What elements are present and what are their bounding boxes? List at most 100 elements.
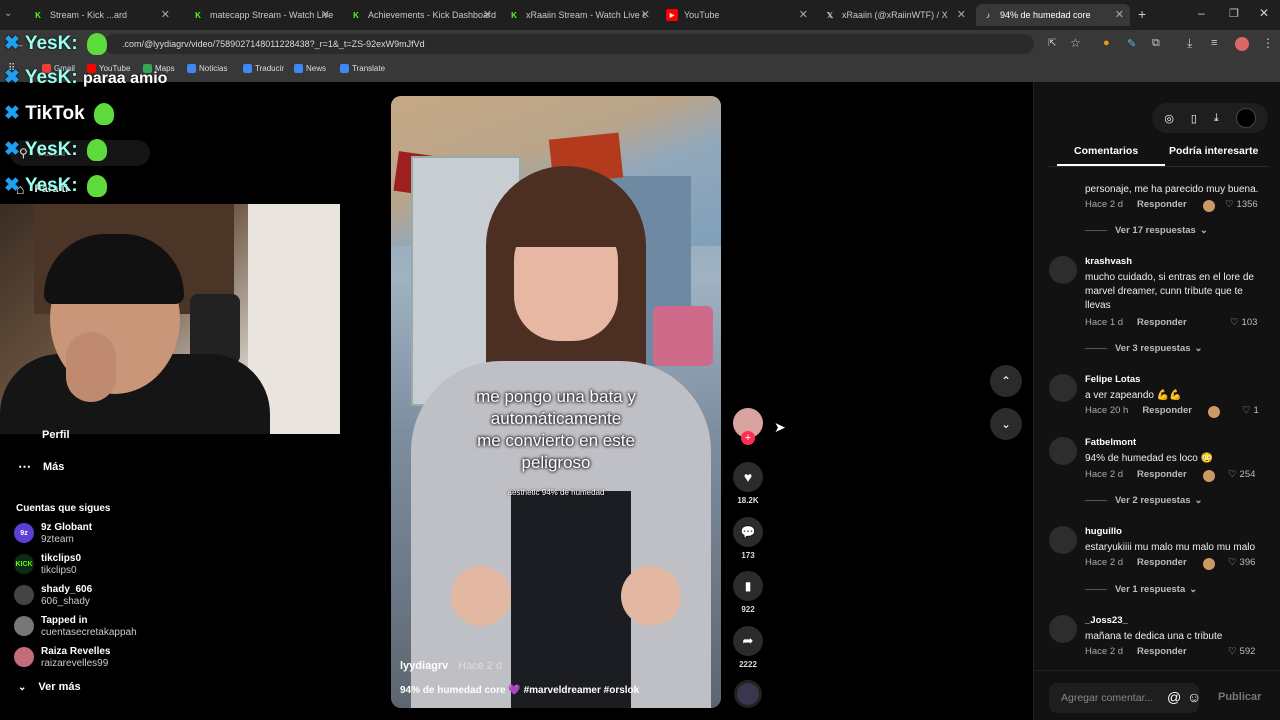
like-count[interactable]: ♡ 254: [1228, 469, 1255, 480]
reply-button[interactable]: Responder: [1137, 469, 1187, 480]
follow-plus-icon[interactable]: +: [741, 431, 755, 445]
following-item[interactable]: Tapped in cuentasecretakappah: [14, 615, 137, 639]
bookmark-translate-en[interactable]: Translate: [340, 64, 385, 73]
music-disc-button[interactable]: [732, 680, 764, 708]
new-tab-button[interactable]: +: [1138, 6, 1146, 22]
browser-tab-6[interactable]: 𝕏 xRaaiin (@xRaiinWTF) / X ✕: [818, 4, 972, 26]
see-more-button[interactable]: ⌄ Ver más: [18, 681, 81, 693]
reply-button[interactable]: Responder: [1137, 646, 1187, 657]
install-icon[interactable]: ⇱: [1048, 38, 1056, 49]
author-avatar-button[interactable]: +: [732, 408, 764, 445]
close-tab-icon[interactable]: ✕: [641, 8, 650, 21]
nav-profile[interactable]: Perfil: [42, 429, 70, 441]
avatar: [14, 647, 34, 667]
view-replies-button[interactable]: Ver 17 respuestas ⌄: [1085, 225, 1208, 236]
video-author-line[interactable]: lyydiagrv · Hace 2 d: [400, 660, 502, 672]
tab-interesting[interactable]: Podría interesarte: [1169, 145, 1258, 157]
following-item[interactable]: 9z 9z Globant 9zteam: [14, 522, 92, 546]
heart-icon: ♥: [743, 469, 753, 485]
comment-username[interactable]: huguillo: [1085, 526, 1122, 537]
mention-icon[interactable]: @: [1167, 689, 1181, 705]
avatar[interactable]: [1049, 526, 1077, 554]
media-icon[interactable]: ≡: [1211, 37, 1217, 49]
tab-search-icon[interactable]: ⌄: [4, 8, 12, 19]
view-replies-button[interactable]: Ver 1 respuesta ⌄: [1085, 584, 1197, 595]
panel-toolbar: ◎ ▯ ⤓: [1152, 103, 1268, 133]
close-tab-icon[interactable]: ✕: [799, 8, 808, 21]
next-video-button[interactable]: ⌄: [990, 408, 1022, 440]
chat-username: YesK:: [24, 139, 78, 160]
tab-label: YouTube: [684, 10, 720, 20]
download-icon[interactable]: ⤓: [1214, 112, 1219, 125]
likes-number: 396: [1239, 557, 1256, 568]
close-tab-icon[interactable]: ✕: [321, 8, 330, 21]
video-player[interactable]: me pongo una bata y automáticamente me c…: [391, 96, 721, 708]
comment-username[interactable]: krashvash: [1085, 256, 1132, 267]
browser-tab-active[interactable]: ♪ 94% de humedad core ✕: [976, 4, 1130, 26]
url-field[interactable]: .com/@lyydiagrv/video/758902714801122843…: [104, 34, 1034, 54]
browser-tab-3[interactable]: K Achievements - Kick Dashboard ✕: [344, 4, 498, 26]
menu-icon[interactable]: ⋮: [1262, 36, 1274, 50]
compass-icon[interactable]: ◎: [1164, 112, 1174, 125]
reply-button[interactable]: Responder: [1137, 557, 1187, 568]
account-name: shady_606: [41, 584, 93, 595]
bookmark-news-en[interactable]: News: [294, 64, 326, 73]
reply-button[interactable]: Responder: [1142, 405, 1192, 416]
maximize-button[interactable]: ❐: [1229, 7, 1239, 20]
following-item[interactable]: Raiza Revelles raizarevelles99: [14, 646, 111, 670]
profile-avatar[interactable]: [1235, 37, 1249, 51]
like-count[interactable]: ♡ 103: [1230, 317, 1257, 328]
previous-video-button[interactable]: ⌃: [990, 365, 1022, 397]
bookmark-star-icon[interactable]: ☆: [1070, 36, 1081, 50]
comment-button[interactable]: 💬 173: [732, 517, 764, 560]
profile-avatar[interactable]: [1235, 108, 1256, 128]
chevron-down-icon: ⌄: [1199, 225, 1208, 236]
download-icon[interactable]: ⤓: [1187, 36, 1192, 51]
close-window-button[interactable]: ✕: [1259, 6, 1269, 20]
avatar[interactable]: [1049, 256, 1077, 284]
comment-username[interactable]: _Joss23_: [1085, 615, 1128, 626]
share-button[interactable]: ➦ 2222: [732, 626, 764, 669]
browser-tab-4[interactable]: K xRaaiin Stream - Watch Live on ✕: [502, 4, 656, 26]
following-item[interactable]: KICK tikclips0 tikclips0: [14, 553, 81, 577]
like-count[interactable]: ♡ 592: [1228, 646, 1255, 657]
tab-comments[interactable]: Comentarios: [1074, 145, 1138, 157]
reply-button[interactable]: Responder: [1137, 199, 1187, 210]
avatar[interactable]: [1049, 437, 1077, 465]
close-tab-icon[interactable]: ✕: [161, 8, 170, 21]
reply-button[interactable]: Responder: [1137, 317, 1187, 328]
nav-label: Ver más: [38, 681, 81, 693]
phone-icon[interactable]: ▯: [1191, 112, 1197, 125]
comment-time: Hace 1 d: [1085, 317, 1124, 328]
browser-tab-5[interactable]: ▶ YouTube ✕: [660, 4, 814, 26]
publish-button[interactable]: Publicar: [1218, 691, 1261, 703]
like-count[interactable]: ♡ 1356: [1225, 199, 1258, 210]
browser-tab-1[interactable]: K Stream - Kick ...ard ✕: [26, 4, 176, 26]
avatar[interactable]: [1049, 615, 1077, 643]
like-count[interactable]: ♡ 396: [1228, 557, 1255, 568]
puzzle-icon[interactable]: ⧉: [1152, 37, 1160, 50]
avatar[interactable]: [1049, 374, 1077, 402]
close-tab-icon[interactable]: ✕: [1115, 8, 1124, 21]
nav-more[interactable]: ⋯ Más: [18, 459, 64, 475]
following-item[interactable]: shady_606 606_shady: [14, 584, 92, 608]
save-count: 922: [741, 605, 755, 614]
minimize-button[interactable]: –: [1198, 6, 1205, 20]
bookmark-translate[interactable]: Traducir: [243, 64, 284, 73]
like-button[interactable]: ♥ 18.2K: [732, 462, 764, 505]
extension-icon[interactable]: ●: [1103, 37, 1110, 49]
save-button[interactable]: ▮ 922: [732, 571, 764, 614]
close-tab-icon[interactable]: ✕: [957, 8, 966, 21]
emoji-icon[interactable]: ☺: [1187, 689, 1201, 705]
comment-username[interactable]: Felipe Lotas: [1085, 374, 1140, 385]
likes-number: 1356: [1236, 199, 1258, 210]
close-tab-icon[interactable]: ✕: [483, 8, 492, 21]
view-replies-button[interactable]: Ver 2 respuestas ⌄: [1085, 495, 1203, 506]
extension-icon[interactable]: ✎: [1127, 37, 1136, 50]
view-replies-button[interactable]: Ver 3 respuestas ⌄: [1085, 343, 1203, 354]
browser-tab-2[interactable]: K matecapp Stream - Watch Live ✕: [186, 4, 336, 26]
emote-icon: [93, 102, 114, 125]
like-count[interactable]: ♡ 1: [1242, 405, 1259, 416]
comment-username[interactable]: Fatbelmont: [1085, 437, 1136, 448]
bookmark-news[interactable]: Noticias: [187, 64, 227, 73]
